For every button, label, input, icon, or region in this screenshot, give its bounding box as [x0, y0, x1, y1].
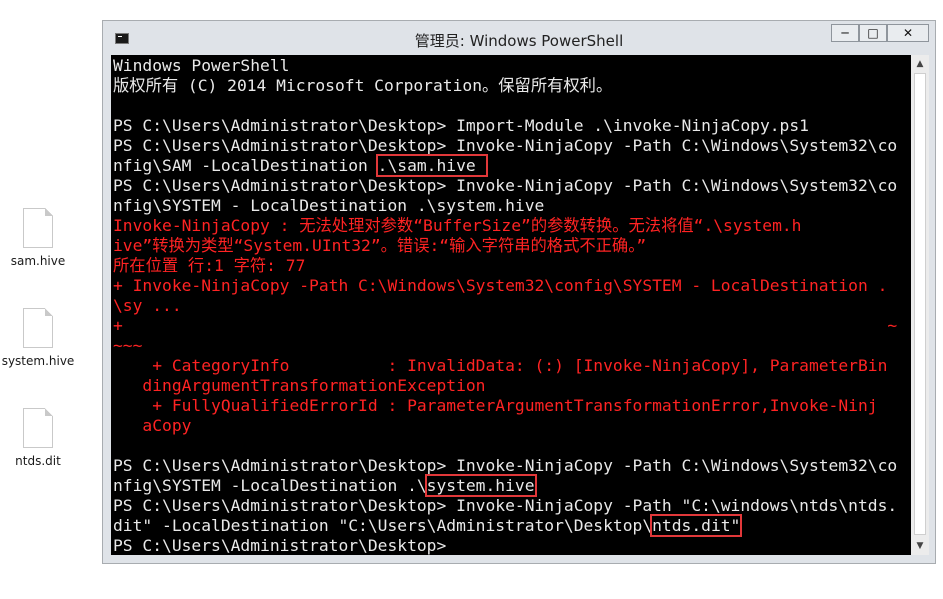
error-text: 所在位置 行:1 字符: 77 [113, 256, 306, 275]
console-line: ~~~ [113, 336, 897, 356]
desktop-file-label: system.hive [1, 354, 75, 368]
console-text: 版权所有 (C) 2014 Microsoft Corporation。保留所有… [113, 76, 613, 95]
console-line: nfig\SYSTEM -LocalDestination .\system.h… [113, 474, 897, 497]
console-line: Windows PowerShell [113, 56, 897, 76]
console-line: ive”转换为类型“System.UInt32”。错误:“输入字符串的格式不正确… [113, 236, 897, 256]
desktop-file-label: ntds.dit [15, 454, 61, 468]
console-line: + CategoryInfo : InvalidData: (:) [Invok… [113, 356, 897, 376]
minimize-button[interactable]: ─ [831, 24, 859, 42]
desktop-file-ntds-dit[interactable]: ntds.dit [0, 408, 76, 468]
console-text: PS C:\Users\Administrator\Desktop> Impor… [113, 116, 809, 135]
console-text: PS C:\Users\Administrator\Desktop> Invok… [113, 496, 898, 515]
console-text: dit" -LocalDestination "C:\Users\Adminis… [113, 516, 653, 535]
console-line: PS C:\Users\Administrator\Desktop> [113, 536, 897, 555]
console-line: nfig\SYSTEM - LocalDestination .\system.… [113, 196, 897, 216]
console-text: PS C:\Users\Administrator\Desktop> Invok… [113, 136, 898, 155]
console-line: PS C:\Users\Administrator\Desktop> Invok… [113, 136, 897, 156]
console-line: \sy ... [113, 296, 897, 316]
error-text: + FullyQualifiedErrorId : ParameterArgum… [113, 396, 878, 415]
scroll-down-arrow-icon[interactable]: ▼ [911, 537, 929, 555]
maximize-button[interactable]: □ [859, 24, 887, 42]
console-line: PS C:\Users\Administrator\Desktop> Impor… [113, 116, 897, 136]
console-line: 所在位置 行:1 字符: 77 [113, 256, 897, 276]
desktop: sam.hive system.hive ntds.dit 管理员: Windo… [0, 0, 943, 599]
console-text: nfig\SYSTEM -LocalDestination .\ [113, 476, 427, 495]
scroll-up-arrow-icon[interactable]: ▲ [911, 55, 929, 73]
console-line: PS C:\Users\Administrator\Desktop> Invok… [113, 456, 897, 476]
console-text: nfig\SYSTEM - LocalDestination .\system.… [113, 196, 545, 215]
console-line: nfig\SAM -LocalDestination .\sam.hive [113, 154, 897, 177]
console-text: PS C:\Users\Administrator\Desktop> Invok… [113, 456, 898, 475]
console-line: PS C:\Users\Administrator\Desktop> Invok… [113, 176, 897, 196]
console-line: aCopy [113, 416, 897, 436]
vertical-scrollbar[interactable]: ▲ ▼ [911, 55, 929, 555]
error-text: Invoke-NinjaCopy : 无法处理对参数“BufferSize”的参… [113, 216, 802, 235]
console-line: 版权所有 (C) 2014 Microsoft Corporation。保留所有… [113, 76, 897, 96]
console-line: Invoke-NinjaCopy : 无法处理对参数“BufferSize”的参… [113, 216, 897, 236]
window-title: 管理员: Windows PowerShell [414, 32, 624, 50]
error-text: + CategoryInfo : InvalidData: (:) [Invok… [113, 356, 888, 375]
console-text: PS C:\Users\Administrator\Desktop> [113, 536, 447, 555]
file-icon [23, 408, 53, 448]
title-bar[interactable]: 管理员: Windows PowerShell ─ □ ✕ [103, 21, 935, 55]
console-line: dingArgumentTransformationException [113, 376, 897, 396]
highlighted-text: system.hive [424, 474, 537, 497]
highlighted-text: ntds.dit" [650, 514, 743, 537]
close-button[interactable]: ✕ [887, 24, 929, 42]
console-output[interactable]: Windows PowerShell 版权所有 (C) 2014 Microsof… [111, 55, 911, 555]
console-text: PS C:\Users\Administrator\Desktop> Invok… [113, 176, 898, 195]
error-text: \sy ... [113, 296, 182, 315]
console-lines: Windows PowerShell 版权所有 (C) 2014 Microsof… [113, 56, 897, 555]
console-line: PS C:\Users\Administrator\Desktop> Invok… [113, 496, 897, 516]
desktop-file-system-hive[interactable]: system.hive [0, 308, 76, 368]
error-text: + ~ [113, 316, 898, 335]
desktop-file-label: sam.hive [10, 254, 66, 268]
console-line: + ~ [113, 316, 897, 336]
console-line: + FullyQualifiedErrorId : ParameterArgum… [113, 396, 897, 416]
file-icon [23, 208, 53, 248]
scrollbar-thumb[interactable] [914, 73, 926, 535]
file-icon [23, 308, 53, 348]
console-line: dit" -LocalDestination "C:\Users\Adminis… [113, 514, 897, 537]
console-line: + Invoke-NinjaCopy -Path C:\Windows\Syst… [113, 276, 897, 296]
desktop-file-sam-hive[interactable]: sam.hive [0, 208, 76, 268]
error-text: + Invoke-NinjaCopy -Path C:\Windows\Syst… [113, 276, 888, 295]
error-text: ive”转换为类型“System.UInt32”。错误:“输入字符串的格式不正确… [113, 236, 647, 255]
powershell-window: 管理员: Windows PowerShell ─ □ ✕ Windows Po… [102, 20, 936, 564]
console-text: nfig\SAM -LocalDestination [113, 156, 378, 175]
error-text: ~~~ [113, 336, 143, 355]
error-text: aCopy [113, 416, 192, 435]
console-text: Windows PowerShell [113, 56, 290, 75]
highlighted-text: .\sam.hive [375, 154, 488, 177]
error-text: dingArgumentTransformationException [113, 376, 486, 395]
